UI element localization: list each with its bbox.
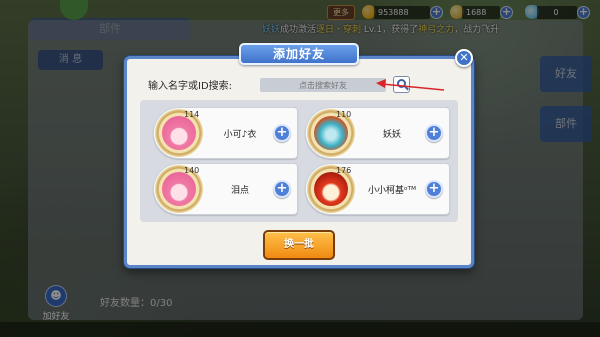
friend-level: 140 [184, 166, 200, 175]
friend-card: 114 小可♪衣 + [153, 107, 298, 159]
annotation-arrow-icon [376, 79, 445, 91]
friend-card: 140 泪点 + [153, 163, 298, 215]
friend-level: 176 [336, 166, 352, 175]
friend-level: 114 [184, 110, 200, 119]
friend-name: 妖妖 [382, 130, 401, 140]
friend-name: 小小柯基ᵒᵀᴹ [367, 186, 417, 196]
avatar [162, 172, 196, 206]
avatar [314, 116, 348, 150]
add-friend-button[interactable]: + [273, 180, 291, 198]
add-friend-button[interactable]: + [273, 124, 291, 142]
add-friend-button[interactable]: + [425, 124, 443, 142]
close-icon[interactable]: ✕ [455, 49, 473, 67]
dialog-title: 添加好友 [239, 43, 359, 65]
friend-level: 110 [336, 110, 352, 119]
refresh-list-button[interactable]: 换一批 [263, 230, 335, 260]
add-friend-button[interactable]: + [425, 180, 443, 198]
friend-card: 110 妖妖 + [305, 107, 450, 159]
search-label: 输入名字或ID搜索: [148, 81, 233, 92]
friend-card: 176 小小柯基ᵒᵀᴹ + [305, 163, 450, 215]
avatar [162, 116, 196, 150]
avatar [314, 172, 348, 206]
friend-name: 小可♪衣 [223, 130, 257, 140]
friend-name: 泪点 [230, 186, 249, 196]
search-input[interactable] [260, 78, 386, 92]
